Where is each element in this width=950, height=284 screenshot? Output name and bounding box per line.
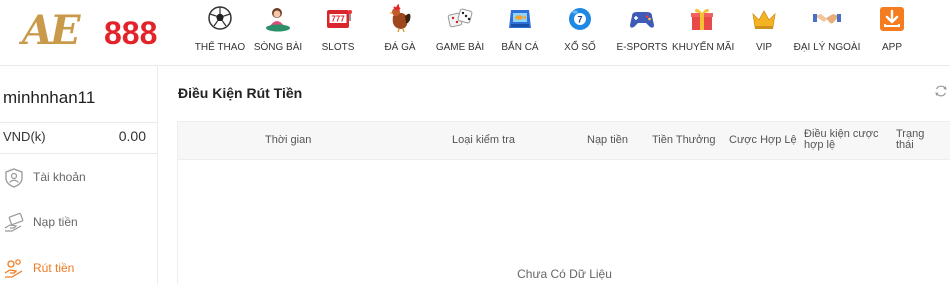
divider (0, 153, 158, 154)
column-header-tien-thuong: Tiền Thưởng (652, 134, 716, 146)
nav-label: THỂ THAO (194, 42, 246, 53)
column-header-loai-kiem-tra: Loại kiểm tra (452, 134, 515, 146)
ae888-logo[interactable]: AE 888 (22, 10, 177, 52)
nav-label: BẮN CÁ (501, 42, 539, 53)
refresh-icon[interactable] (934, 84, 948, 98)
nav-item-xo-so[interactable]: 7 XỔ SỐ (554, 4, 606, 62)
nav-label: SÒNG BÀI (253, 42, 303, 53)
nav-item-the-thao[interactable]: THỂ THAO (188, 4, 252, 62)
crown-icon (752, 10, 776, 29)
download-icon (880, 7, 904, 31)
main-content: Điều Kiện Rút Tiền Thời gian Loại kiểm t… (158, 66, 950, 284)
column-header-cuoc-hop-le: Cược Hợp Lệ (729, 134, 797, 146)
logo-mark: AE (22, 7, 81, 54)
svg-text:7: 7 (577, 15, 582, 25)
user-shield-icon (5, 168, 23, 188)
sidebar-item-tai-khoan[interactable]: Tài khoản (0, 163, 158, 193)
nav-label: XỔ SỐ (564, 42, 596, 53)
nav-item-vip[interactable]: VIP (742, 4, 786, 62)
handshake-icon (813, 14, 841, 24)
dice-icon (447, 8, 473, 28)
nav-item-app[interactable]: APP (868, 4, 916, 62)
slot-machine-icon: 777 (327, 10, 352, 28)
currency-label: VND(k) (3, 129, 46, 144)
sidebar-item-label: Nạp tiền (33, 215, 78, 229)
lottery-ball-icon: 7 (569, 8, 591, 30)
column-header-nap-tien: Nạp tiền (587, 134, 628, 146)
nav-item-khuyen-mai[interactable]: KHUYẾN MÃI (672, 4, 735, 62)
page-title: Điều Kiện Rút Tiền (178, 85, 303, 101)
sidebar-item-label: Tài khoản (33, 170, 86, 184)
nav-item-dai-ly-ngoai[interactable]: ĐẠI LÝ NGOÀI (792, 4, 862, 62)
nav-label: VIP (755, 42, 773, 53)
table-header: Thời gian Loại kiểm tra Nạp tiền Tiền Th… (177, 121, 950, 160)
nav-label: ĐẠI LÝ NGOÀI (793, 42, 861, 53)
withdraw-hand-icon (4, 259, 23, 278)
nav-label: APP (881, 42, 902, 53)
nav-label: E-SPORTS (616, 42, 668, 53)
nav-label: SLOTS (321, 42, 355, 53)
sidebar-item-label: Rút tiền (33, 261, 75, 275)
casino-dealer-icon (266, 8, 290, 32)
fish-arcade-icon (509, 10, 531, 28)
nav-item-e-sports[interactable]: E-SPORTS (614, 4, 670, 62)
empty-state-text: Chưa Có Dữ Liệu (517, 267, 612, 281)
sidebar-item-nap-tien[interactable]: Nạp tiền (0, 208, 158, 238)
nav-item-da-ga[interactable]: ĐÁ GÀ (376, 4, 424, 62)
nav-item-game-bai[interactable]: GAME BÀI (434, 4, 486, 62)
nav-item-song-bai[interactable]: SÒNG BÀI (250, 4, 306, 62)
svg-text:777: 777 (331, 15, 345, 24)
divider (0, 122, 158, 123)
soccer-ball-icon (208, 6, 232, 30)
logo-number: 888 (104, 15, 158, 51)
nav-item-ban-ca[interactable]: BẮN CÁ (494, 4, 546, 62)
nav-label: GAME BÀI (435, 42, 485, 53)
column-header-trang-thai: Trạng thái (896, 128, 925, 151)
column-header-dieu-kien-cuoc: Điều kiện cược hợp lệ (804, 128, 879, 151)
nav-label: ĐÁ GÀ (384, 42, 416, 53)
nav-item-slots[interactable]: 777 SLOTS (312, 4, 364, 62)
nav-label: KHUYẾN MÃI (672, 42, 735, 53)
balance-value: 0.00 (118, 128, 146, 144)
account-sidebar: minhnhan11 VND(k) 0.00 Tài khoản Nạp tiề… (0, 66, 158, 284)
username: minhnhan11 (3, 88, 96, 107)
rooster-icon (389, 4, 411, 33)
column-header-thoi-gian: Thời gian (265, 134, 312, 146)
sidebar-item-rut-tien[interactable]: Rút tiền (0, 254, 158, 284)
top-header: AE 888 THỂ THAO SÒNG BÀI 777 SLOTS ĐÁ GÀ… (0, 0, 950, 66)
table-body: Chưa Có Dữ Liệu (177, 160, 950, 284)
gamepad-icon (630, 12, 654, 28)
deposit-hand-icon (4, 212, 24, 232)
gift-box-icon (691, 8, 713, 30)
